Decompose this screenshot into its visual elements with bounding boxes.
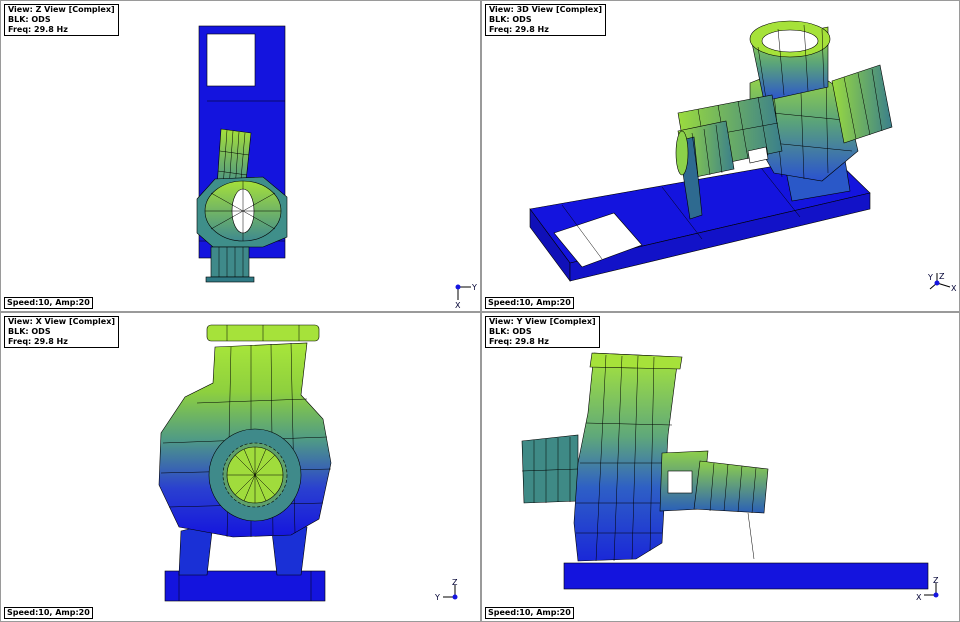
axis-triad: Y X bbox=[455, 283, 477, 309]
frequency-label: Freq: 29.8 Hz bbox=[489, 337, 549, 346]
block-label: BLK: ODS bbox=[489, 15, 532, 24]
axis-triad: Z X bbox=[916, 577, 939, 602]
axis-label-x: X bbox=[916, 593, 922, 602]
block-label: BLK: ODS bbox=[489, 327, 532, 336]
view-title: View: Z View [Complex] bbox=[8, 5, 115, 14]
view-title: View: X View [Complex] bbox=[8, 317, 116, 326]
animation-status: Speed:10, Amp:20 bbox=[4, 607, 93, 619]
z-view-model bbox=[196, 25, 288, 283]
3d-view-model bbox=[529, 20, 893, 282]
axis-label-y: Y bbox=[434, 593, 440, 602]
z-view-viewport[interactable]: View: Z View [Complex] BLK: ODS Freq: 29… bbox=[0, 0, 481, 312]
y-view-model bbox=[521, 352, 929, 590]
frequency-label: Freq: 29.8 Hz bbox=[8, 337, 68, 346]
axis-triad: Z Y bbox=[434, 579, 458, 602]
3d-view-viewport[interactable]: View: 3D View [Complex] BLK: ODS Freq: 2… bbox=[481, 0, 960, 312]
shaft-coupling bbox=[521, 434, 579, 504]
axis-label-z: Z bbox=[452, 579, 458, 587]
block-label: BLK: ODS bbox=[8, 15, 51, 24]
axis-label-x: X bbox=[455, 301, 461, 309]
discharge-flange bbox=[589, 352, 683, 370]
motor-end bbox=[693, 460, 769, 514]
view-info-box: View: 3D View [Complex] BLK: ODS Freq: 2… bbox=[485, 4, 607, 36]
animation-status: Speed:10, Amp:20 bbox=[485, 607, 574, 619]
view-title: View: 3D View [Complex] bbox=[489, 5, 603, 14]
base-plate bbox=[563, 562, 929, 590]
axis-label-y: Y bbox=[471, 283, 477, 292]
x-view-viewport[interactable]: View: X View [Complex] BLK: ODS Freq: 29… bbox=[0, 312, 481, 622]
animation-status: Speed:10, Amp:20 bbox=[4, 297, 93, 309]
x-view-model bbox=[158, 324, 332, 602]
view-info-box: View: Y View [Complex] BLK: ODS Freq: 29… bbox=[485, 316, 600, 348]
frequency-label: Freq: 29.8 Hz bbox=[489, 25, 549, 34]
base-plate bbox=[164, 570, 326, 602]
axis-label-x: X bbox=[951, 284, 957, 293]
suction-flange bbox=[210, 246, 250, 278]
frequency-label: Freq: 29.8 Hz bbox=[8, 25, 68, 34]
view-info-box: View: X View [Complex] BLK: ODS Freq: 29… bbox=[4, 316, 120, 348]
block-label: BLK: ODS bbox=[8, 327, 51, 336]
axis-label-y: Y bbox=[928, 273, 933, 282]
axis-label-z: Z bbox=[939, 272, 945, 281]
axis-label-z: Z bbox=[933, 577, 939, 585]
view-title: View: Y View [Complex] bbox=[489, 317, 596, 326]
animation-status: Speed:10, Amp:20 bbox=[485, 297, 574, 309]
y-view-viewport[interactable]: View: Y View [Complex] BLK: ODS Freq: 29… bbox=[481, 312, 960, 622]
axis-triad: Y Z X bbox=[928, 272, 957, 293]
base-plate-cutout bbox=[206, 33, 256, 87]
view-info-box: View: Z View [Complex] BLK: ODS Freq: 29… bbox=[4, 4, 119, 36]
